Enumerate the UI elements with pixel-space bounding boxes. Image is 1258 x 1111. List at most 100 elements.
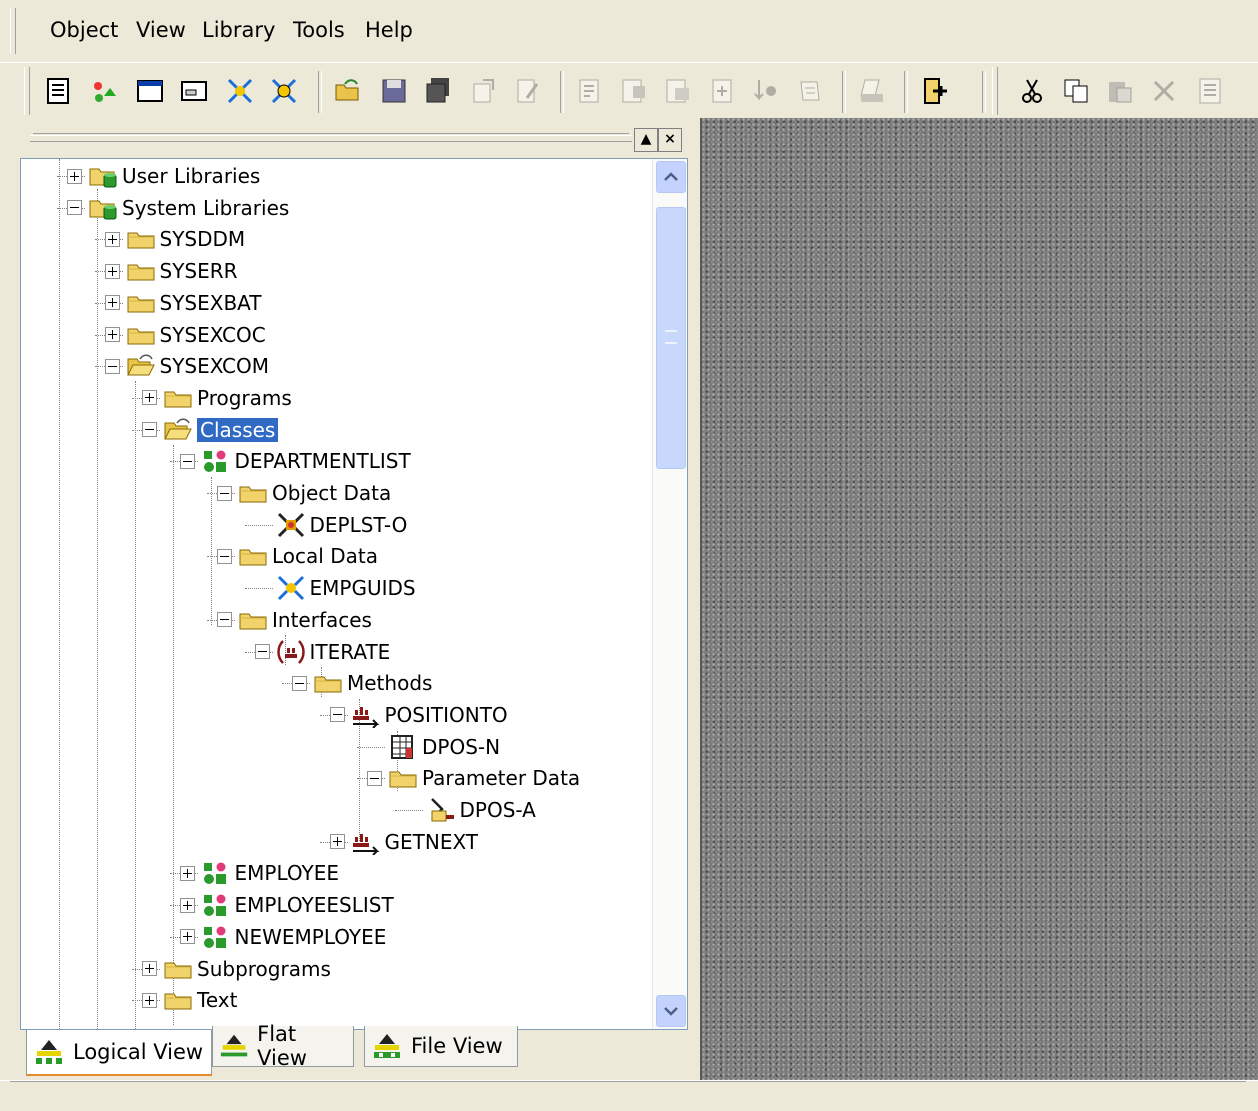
menu-object[interactable]: Object [48,18,120,42]
scroll-down-button[interactable] [656,995,686,1027]
check-icon[interactable] [574,75,606,107]
save-icon[interactable] [378,75,410,107]
expand-toggle[interactable] [179,929,195,945]
properties-icon[interactable] [88,75,120,107]
cut-icon[interactable] [1016,75,1048,107]
menu-view[interactable]: View [134,18,188,42]
save-all-icon[interactable] [422,75,454,107]
window-icon[interactable] [134,75,166,107]
expand-toggle[interactable] [104,263,120,279]
tree-node[interactable]: Interfaces [217,605,372,635]
dataarea-icon[interactable] [224,75,256,107]
tree-node[interactable]: NEWEMPLOYEE [179,922,386,952]
mdi-workspace[interactable] [700,118,1258,1080]
expand-toggle[interactable] [104,231,120,247]
tree-node[interactable]: DEPLST-O [255,510,407,540]
tree-node-label: EMPLOYEESLIST [234,893,394,918]
tree-node[interactable]: POSITIONTO [329,700,508,730]
collapse-toggle[interactable] [217,548,232,564]
expand-toggle[interactable] [142,992,157,1008]
tree-node[interactable]: DEPARTMENTLIST [179,446,411,476]
run-icon[interactable] [662,75,694,107]
collapse-toggle[interactable] [329,707,345,723]
collapse-toggle[interactable] [179,453,195,469]
tree-node[interactable]: Text [142,985,237,1015]
collapse-toggle[interactable] [104,358,120,374]
paste-icon[interactable] [1104,75,1136,107]
method-icon [351,702,385,728]
library-tree[interactable]: User Libraries System Libraries SYSDDM SYSE… [20,158,688,1030]
list-icon[interactable] [42,75,74,107]
tree-node[interactable]: System Libraries [67,193,289,223]
panel-maximize-button[interactable]: ▲ [634,128,658,152]
expand-toggle[interactable] [67,168,82,184]
expand-toggle[interactable] [104,327,120,342]
tree-node[interactable]: Local Data [217,541,378,571]
expand-toggle[interactable] [179,865,195,881]
menu-tools[interactable]: Tools [291,18,347,42]
panel-close-button[interactable]: × [658,128,682,152]
collapse-toggle[interactable] [217,485,232,501]
collapse-toggle[interactable] [292,675,307,691]
open-icon[interactable] [332,75,364,107]
menu-grip[interactable] [10,8,16,54]
collapse-toggle[interactable] [217,612,232,628]
scroll-thumb[interactable] [656,207,686,469]
tree-node[interactable]: Programs [142,383,292,413]
tree-node[interactable]: DPOS-N [367,732,500,762]
tree-node[interactable]: Methods [292,668,432,698]
tree-node[interactable]: Subprograms [142,954,331,984]
compile-icon[interactable] [618,75,650,107]
collapse-toggle[interactable] [254,644,270,659]
toolbar-grip-2[interactable] [992,67,998,115]
tree-node[interactable]: Classes [142,415,279,445]
tab-file-view[interactable]: File View [364,1026,518,1067]
tree-node[interactable]: DPOS-A [405,795,536,825]
toolbar-grip[interactable] [24,67,30,115]
tree-node[interactable]: Parameter Data [367,763,580,793]
edit-icon[interactable] [512,75,544,107]
tree-node[interactable]: GETNEXT [329,827,478,857]
catalog-icon[interactable] [794,75,826,107]
panel-drag-bar[interactable] [30,135,632,142]
exit-icon[interactable] [918,75,950,107]
tree-node[interactable]: EMPGUIDS [255,573,416,603]
tree-node[interactable]: EMPLOYEE [179,858,339,888]
step-icon[interactable] [750,75,782,107]
menu-library[interactable]: Library [200,18,277,42]
panel-header[interactable]: ▲ × [10,118,696,154]
tree-node[interactable]: SYSEXCOC [104,320,266,350]
tree-node[interactable]: SYSEXBAT [104,288,262,318]
expand-toggle[interactable] [142,390,157,406]
tree-node[interactable]: Object Data [217,478,391,508]
scroll-up-button[interactable] [656,161,686,193]
copy-icon[interactable] [1060,75,1092,107]
expand-toggle[interactable] [104,295,120,311]
expand-toggle[interactable] [179,897,195,913]
dialog-icon[interactable] [178,75,210,107]
tree-node-label: Classes [197,417,279,442]
tree-node[interactable]: SYSDDM [104,224,245,254]
delete-icon[interactable] [1148,75,1180,107]
tree-node[interactable]: ITERATE [254,637,390,667]
tree-node[interactable]: User Libraries [67,161,260,191]
tree-node[interactable]: SYSERR [104,256,238,286]
tab-logical-view[interactable]: Logical View [26,1030,212,1076]
tab-flat-view[interactable]: Flat View [212,1022,354,1070]
expand-toggle[interactable] [329,834,345,850]
expand-toggle[interactable] [142,961,157,976]
collapse-toggle[interactable] [67,200,82,216]
collapse-toggle[interactable] [142,422,157,438]
dataarea-active-icon[interactable] [268,75,300,107]
tree-node[interactable]: SYSEXCOM [104,351,269,381]
stow-icon[interactable] [468,75,500,107]
tree-node-label: SYSEXBAT [159,290,262,315]
tree-vertical-scrollbar[interactable] [652,159,687,1029]
collapse-toggle[interactable] [367,770,382,786]
menu-help[interactable]: Help [363,18,415,42]
tree-node-label: POSITIONTO [384,702,508,727]
list-icon-2[interactable] [1194,75,1226,107]
debug-icon[interactable] [706,75,738,107]
print-icon[interactable] [856,75,888,107]
tree-node[interactable]: EMPLOYEESLIST [179,890,394,920]
